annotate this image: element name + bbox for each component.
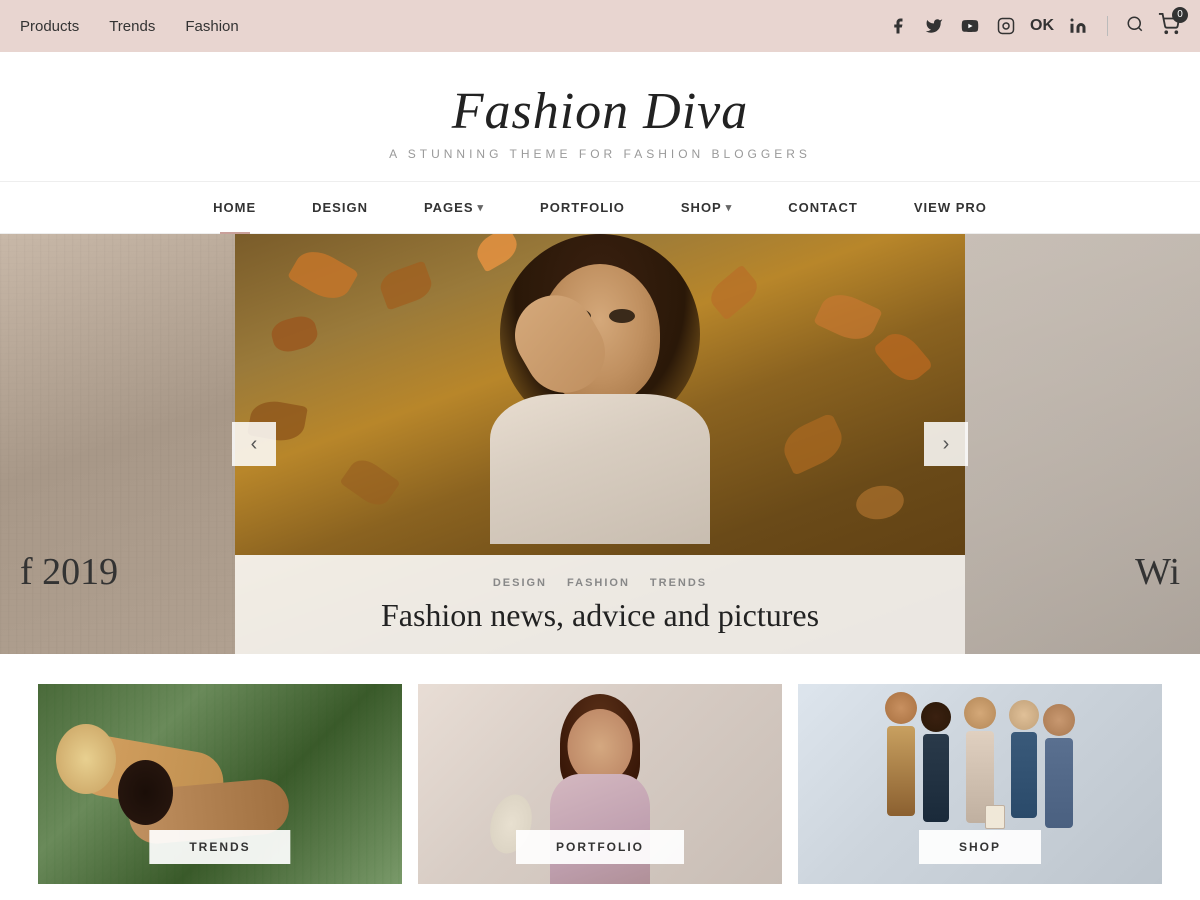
topbar-nav: Products Trends Fashion bbox=[20, 18, 239, 35]
card-portfolio[interactable]: PORTFOLIO bbox=[418, 684, 782, 884]
nav-shop[interactable]: SHOP ▾ bbox=[653, 182, 760, 233]
facebook-icon[interactable] bbox=[887, 15, 909, 37]
slider-title: Fashion news, advice and pictures bbox=[255, 597, 945, 634]
twitter-icon[interactable] bbox=[923, 15, 945, 37]
shop-dropdown-arrow: ▾ bbox=[726, 201, 733, 214]
slider-next-button[interactable]: › bbox=[924, 422, 968, 466]
search-icon[interactable] bbox=[1126, 15, 1144, 38]
hero-slider: f 2019 Wi bbox=[0, 234, 1200, 654]
slider-tag-fashion: FASHION bbox=[567, 577, 630, 589]
site-subtitle: A Stunning Theme for Fashion Bloggers bbox=[20, 147, 1180, 161]
site-header: Fashion Diva A Stunning Theme for Fashio… bbox=[0, 52, 1200, 181]
nav-contact[interactable]: CONTACT bbox=[760, 182, 886, 233]
linkedin-icon[interactable] bbox=[1067, 15, 1089, 37]
cart-count: 0 bbox=[1172, 7, 1188, 23]
slider-right-text: Wi bbox=[1135, 550, 1180, 594]
topbar-products-link[interactable]: Products bbox=[20, 18, 79, 35]
top-bar: Products Trends Fashion OK bbox=[0, 0, 1200, 52]
main-nav: HOME DESIGN PAGES ▾ PORTFOLIO SHOP ▾ CON… bbox=[0, 181, 1200, 234]
nav-view-pro[interactable]: VIEW PRO bbox=[886, 182, 1015, 233]
slider-prev-button[interactable]: ‹ bbox=[232, 422, 276, 466]
card-trends[interactable]: TRENDS bbox=[38, 684, 402, 884]
slider-tags: DESIGN FASHION TRENDS bbox=[255, 577, 945, 589]
nav-portfolio[interactable]: PORTFOLIO bbox=[512, 182, 653, 233]
pages-dropdown-arrow: ▾ bbox=[478, 201, 485, 214]
topbar-trends-link[interactable]: Trends bbox=[109, 18, 155, 35]
card-shop-label: SHOP bbox=[919, 830, 1041, 864]
slider-tag-design: DESIGN bbox=[493, 577, 547, 589]
card-portfolio-label: PORTFOLIO bbox=[516, 830, 684, 864]
slider-main: DESIGN FASHION TRENDS Fashion news, advi… bbox=[235, 234, 965, 654]
cart-button[interactable]: 0 bbox=[1158, 13, 1180, 40]
divider bbox=[1107, 16, 1108, 36]
card-shop[interactable]: SHOP bbox=[798, 684, 1162, 884]
instagram-icon[interactable] bbox=[995, 15, 1017, 37]
topbar-fashion-link[interactable]: Fashion bbox=[185, 18, 238, 35]
slider-overlay: DESIGN FASHION TRENDS Fashion news, advi… bbox=[235, 555, 965, 654]
topbar-right: OK 0 bbox=[887, 13, 1180, 40]
youtube-icon[interactable] bbox=[959, 15, 981, 37]
slider-left-preview: f 2019 bbox=[0, 234, 235, 654]
slider-tag-trends: TRENDS bbox=[650, 577, 707, 589]
odnoklassniki-icon[interactable]: OK bbox=[1031, 15, 1053, 37]
slider-right-preview: Wi bbox=[965, 234, 1200, 654]
card-trends-label: TRENDS bbox=[149, 830, 290, 864]
nav-pages[interactable]: PAGES ▾ bbox=[396, 182, 512, 233]
card-grid: TRENDS PORTFOLIO bbox=[0, 684, 1200, 884]
slider-left-text: f 2019 bbox=[20, 550, 118, 594]
nav-design[interactable]: DESIGN bbox=[284, 182, 396, 233]
site-title: Fashion Diva bbox=[20, 82, 1180, 141]
nav-home[interactable]: HOME bbox=[185, 182, 284, 233]
